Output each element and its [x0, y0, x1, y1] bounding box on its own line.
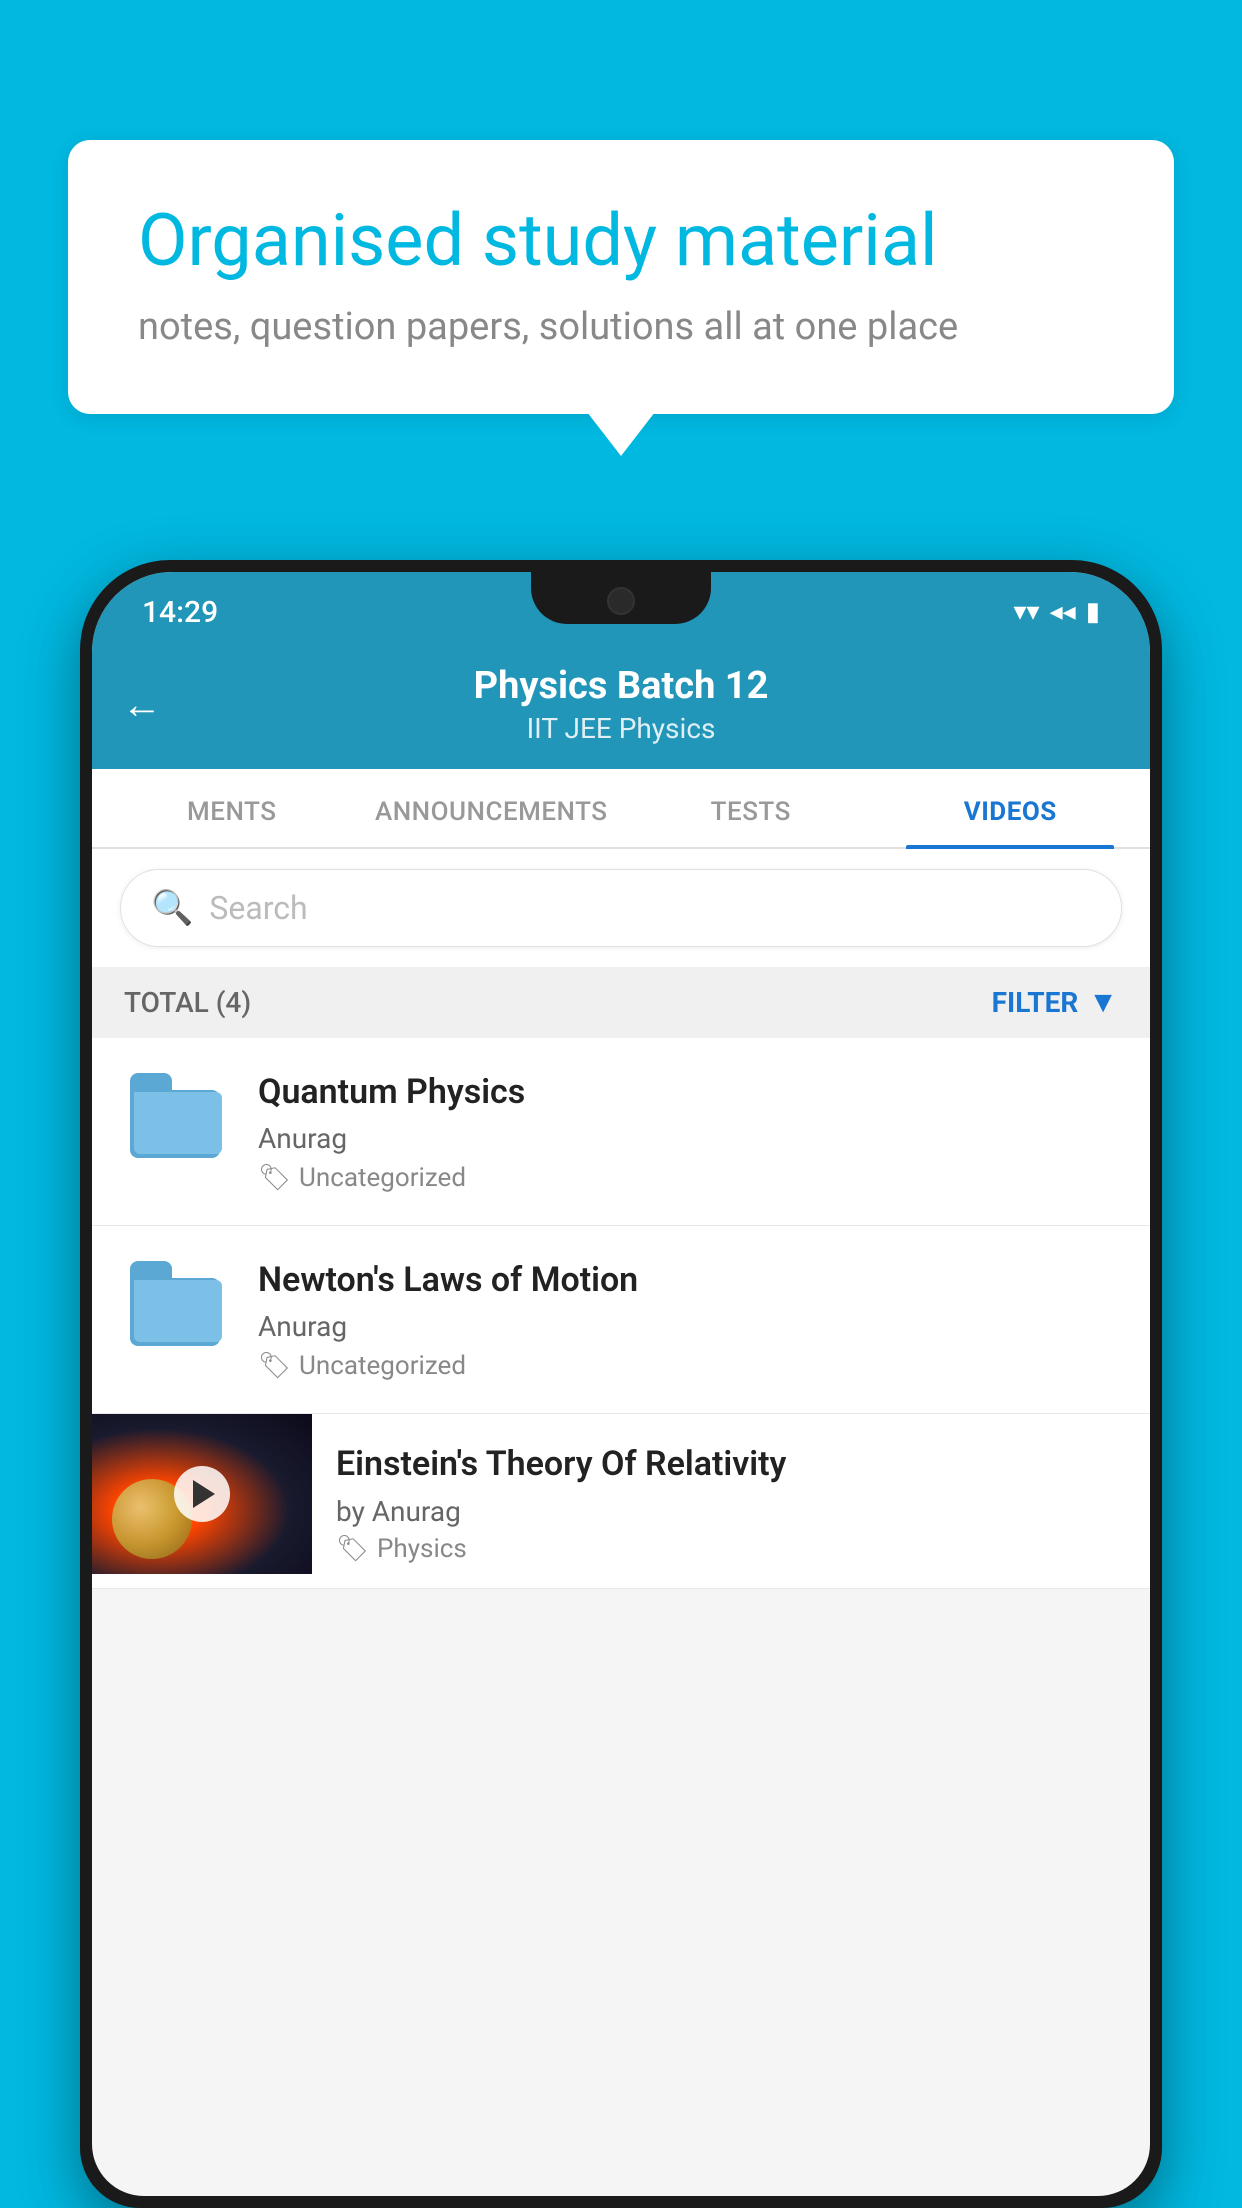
video-list: Quantum Physics Anurag 🏷 Uncategorized: [92, 1038, 1150, 1589]
tab-announcements[interactable]: ANNOUNCEMENTS: [362, 769, 622, 847]
search-icon: 🔍: [151, 888, 193, 928]
bubble-subtitle: notes, question papers, solutions all at…: [138, 305, 1104, 349]
tab-videos[interactable]: VIDEOS: [881, 769, 1141, 847]
tabs-bar: MENTS ANNOUNCEMENTS TESTS VIDEOS: [92, 769, 1150, 849]
filter-icon: ▼: [1088, 985, 1118, 1020]
tab-ments[interactable]: MENTS: [102, 769, 362, 847]
video-info: Quantum Physics Anurag 🏷 Uncategorized: [258, 1070, 1122, 1193]
list-item[interactable]: Quantum Physics Anurag 🏷 Uncategorized: [92, 1038, 1150, 1226]
list-item[interactable]: Einstein's Theory Of Relativity by Anura…: [92, 1414, 1150, 1588]
tag-icon: 🏷: [258, 1351, 291, 1381]
video-tag: 🏷 Physics: [336, 1534, 1126, 1564]
video-thumbnail: [92, 1414, 312, 1574]
video-author: by Anurag: [336, 1495, 1126, 1528]
video-tag: 🏷 Uncategorized: [258, 1351, 1122, 1381]
total-label: TOTAL (4): [124, 986, 251, 1019]
video-author: Anurag: [258, 1310, 1122, 1343]
status-time: 14:29: [142, 595, 218, 630]
app-header: ← Physics Batch 12 IIT JEE Physics: [92, 644, 1150, 769]
signal-icon: ◂◂: [1050, 597, 1076, 627]
tag-icon: 🏷: [336, 1534, 369, 1564]
video-tag: 🏷 Uncategorized: [258, 1163, 1122, 1193]
folder-icon: [130, 1261, 220, 1346]
header-title-block: Physics Batch 12 IIT JEE Physics: [182, 664, 1060, 745]
battery-icon: ▮: [1086, 597, 1100, 627]
video-info: Newton's Laws of Motion Anurag 🏷 Uncateg…: [258, 1258, 1122, 1381]
folder-icon: [130, 1073, 220, 1158]
folder-thumb: [120, 1070, 230, 1160]
speech-bubble: Organised study material notes, question…: [68, 140, 1174, 414]
filter-button[interactable]: FILTER ▼: [992, 985, 1118, 1020]
status-icons: ▾▾ ◂◂ ▮: [1013, 597, 1100, 627]
play-icon: [193, 1480, 215, 1508]
list-item[interactable]: Newton's Laws of Motion Anurag 🏷 Uncateg…: [92, 1226, 1150, 1414]
search-placeholder: Search: [209, 889, 307, 927]
bubble-title: Organised study material: [138, 200, 1104, 283]
phone-notch: [531, 572, 711, 624]
speech-bubble-section: Organised study material notes, question…: [68, 140, 1174, 414]
video-author: Anurag: [258, 1122, 1122, 1155]
header-subtitle: IIT JEE Physics: [182, 712, 1060, 745]
folder-thumb: [120, 1258, 230, 1348]
search-box[interactable]: 🔍 Search: [120, 869, 1122, 947]
play-button[interactable]: [174, 1466, 230, 1522]
phone-screen: 14:29 ▾▾ ◂◂ ▮ ← Physics Batch 12 IIT JEE…: [92, 572, 1150, 2196]
tag-icon: 🏷: [258, 1163, 291, 1193]
video-title: Quantum Physics: [258, 1070, 1122, 1114]
phone-frame: 14:29 ▾▾ ◂◂ ▮ ← Physics Batch 12 IIT JEE…: [80, 560, 1162, 2208]
video-title: Einstein's Theory Of Relativity: [336, 1442, 1126, 1486]
video-title: Newton's Laws of Motion: [258, 1258, 1122, 1302]
filter-bar: TOTAL (4) FILTER ▼: [92, 967, 1150, 1038]
video-info: Einstein's Theory Of Relativity by Anura…: [312, 1414, 1150, 1587]
wifi-icon: ▾▾: [1013, 597, 1039, 627]
search-container: 🔍 Search: [92, 849, 1150, 967]
back-button[interactable]: ←: [122, 681, 162, 728]
tab-tests[interactable]: TESTS: [621, 769, 881, 847]
camera: [607, 587, 635, 615]
header-title: Physics Batch 12: [182, 664, 1060, 708]
